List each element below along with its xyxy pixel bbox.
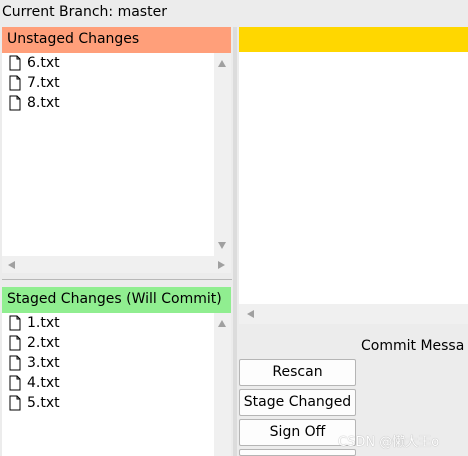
list-item[interactable]: 4.txt [2, 373, 214, 393]
list-item[interactable]: 8.txt [2, 93, 214, 113]
diff-horizontal-scrollbar[interactable] [239, 304, 468, 324]
staged-changes-header: Staged Changes (Will Commit) [2, 287, 231, 313]
file-name: 7.txt [27, 75, 60, 91]
file-icon [9, 335, 21, 351]
list-item[interactable]: 3.txt [2, 353, 214, 373]
file-name: 1.txt [27, 315, 60, 331]
unstaged-changes-header: Unstaged Changes [2, 27, 231, 53]
stage-changed-button[interactable]: Stage Changed [239, 389, 356, 416]
file-name: 2.txt [27, 335, 60, 351]
file-icon [9, 355, 21, 371]
list-item[interactable]: 6.txt [2, 53, 214, 73]
scroll-left-arrow-icon[interactable] [8, 261, 15, 269]
commit-message-label: Commit Messa [361, 338, 465, 354]
list-item[interactable]: 7.txt [2, 73, 214, 93]
list-item[interactable]: 1.txt [2, 313, 214, 333]
scroll-right-arrow-icon[interactable] [218, 261, 225, 269]
file-icon [9, 375, 21, 391]
staged-file-list[interactable]: 1.txt 2.txt 3.txt 4.txt 5.txt [2, 313, 214, 456]
scroll-up-arrow-icon[interactable] [218, 320, 226, 327]
file-name: 5.txt [27, 395, 60, 411]
vertical-splitter[interactable] [233, 27, 237, 456]
scroll-left-arrow-icon[interactable] [247, 310, 254, 318]
list-item[interactable]: 2.txt [2, 333, 214, 353]
diff-view[interactable] [239, 52, 468, 304]
file-name: 6.txt [27, 55, 60, 71]
watermark-text: CSDN @懒大王o [338, 435, 440, 450]
unstaged-file-list[interactable]: 6.txt 7.txt 8.txt [2, 53, 214, 256]
current-branch-label: Current Branch: master [2, 4, 167, 20]
file-name: 3.txt [27, 355, 60, 371]
file-name: 4.txt [27, 375, 60, 391]
staged-vertical-scrollbar[interactable] [214, 313, 231, 456]
file-icon [9, 55, 21, 71]
unstaged-vertical-scrollbar[interactable] [214, 53, 231, 256]
file-icon [9, 95, 21, 111]
scroll-down-arrow-icon[interactable] [218, 242, 226, 249]
file-icon [9, 75, 21, 91]
file-icon [9, 315, 21, 331]
file-name: 8.txt [27, 95, 60, 111]
list-item[interactable]: 5.txt [2, 393, 214, 413]
scroll-up-arrow-icon[interactable] [218, 60, 226, 67]
unstaged-horizontal-scrollbar[interactable] [2, 256, 231, 273]
file-icon [9, 395, 21, 411]
rescan-button[interactable]: Rescan [239, 359, 356, 386]
diff-header-bar [239, 27, 468, 52]
panel-divider[interactable] [2, 279, 232, 280]
partial-button[interactable] [239, 449, 356, 456]
